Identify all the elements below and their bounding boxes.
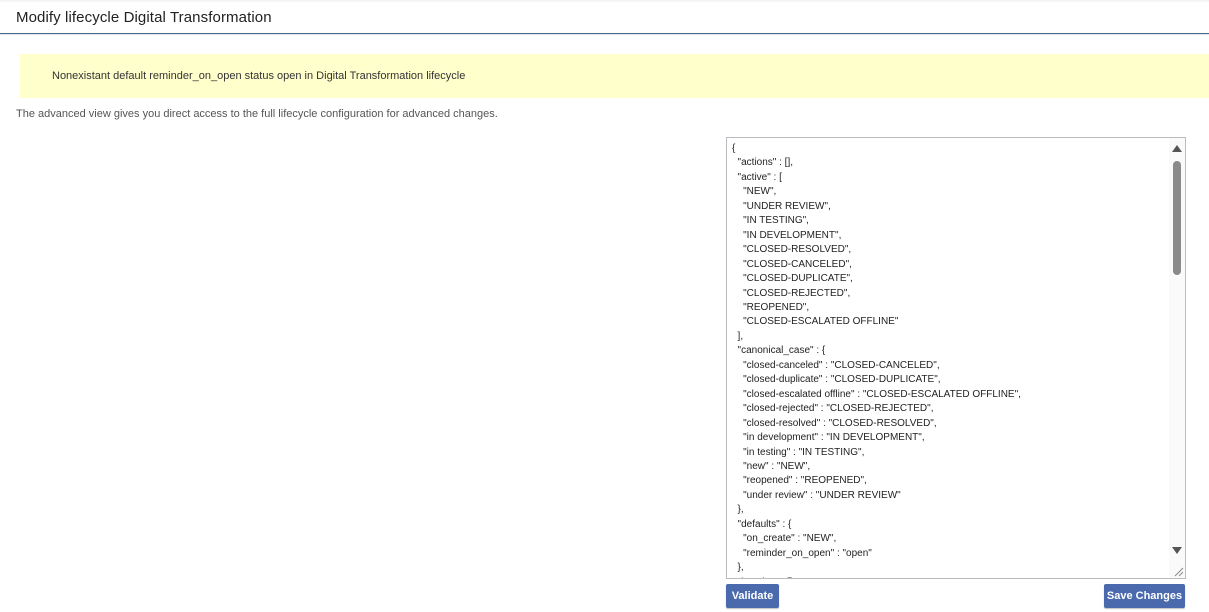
editor-line: "on_create" : "NEW",	[732, 533, 837, 545]
warning-alert: Nonexistant default reminder_on_open sta…	[20, 54, 1209, 98]
editor-line: "closed-resolved" : "CLOSED-RESOLVED",	[732, 417, 937, 429]
save-changes-button[interactable]: Save Changes	[1104, 584, 1185, 608]
editor-line: "in testing" : "IN TESTING",	[732, 446, 865, 458]
editor-line: "defaults" : {	[732, 518, 792, 530]
description-text: The advanced view gives you direct acces…	[16, 108, 498, 120]
editor-line: "IN TESTING",	[732, 215, 809, 227]
scroll-up-arrow-icon[interactable]	[1172, 145, 1182, 152]
editor-text[interactable]: { "actions" : [], "active" : [ "NEW", "U…	[732, 142, 1172, 578]
editor-line: "IN DEVELOPMENT",	[732, 229, 842, 241]
editor-line: "CLOSED-RESOLVED",	[732, 244, 852, 256]
editor-line: "CLOSED-REJECTED",	[732, 287, 851, 299]
editor-line: "canonical_case" : {	[732, 345, 826, 357]
editor-line: },	[732, 562, 744, 574]
editor-line: "CLOSED-DUPLICATE",	[732, 273, 853, 285]
editor-line: "NEW",	[732, 186, 777, 198]
editor-line: "inactive" : [],	[732, 576, 1172, 578]
editor-line: "new" : "NEW",	[732, 460, 811, 472]
editor-line: "active" : [	[732, 171, 782, 183]
editor-line: "UNDER REVIEW",	[732, 200, 831, 212]
editor-line: "actions" : [],	[732, 157, 794, 169]
editor-scrollbar[interactable]	[1169, 138, 1185, 578]
editor-line: "closed-canceled" : "CLOSED-CANCELED",	[732, 359, 940, 371]
editor-line: "in development" : "IN DEVELOPMENT",	[732, 432, 925, 444]
editor-line: "under review" : "UNDER REVIEW"	[732, 489, 901, 501]
editor-line: ],	[732, 330, 744, 342]
scrollbar-thumb[interactable]	[1173, 161, 1181, 275]
validate-button[interactable]: Validate	[726, 584, 779, 608]
editor-line: "closed-rejected" : "CLOSED-REJECTED",	[732, 403, 934, 415]
editor-line: "CLOSED-CANCELED",	[732, 258, 852, 270]
editor-line: "CLOSED-ESCALATED OFFLINE"	[732, 316, 899, 328]
page-header: Modify lifecycle Digital Transformation	[0, 0, 1209, 34]
editor-line: "REOPENED",	[732, 301, 810, 313]
scroll-down-arrow-icon[interactable]	[1172, 547, 1182, 554]
header-shade	[0, 0, 1209, 3]
editor-line: "closed-duplicate" : "CLOSED-DUPLICATE",	[732, 374, 941, 386]
page-title: Modify lifecycle Digital Transformation	[16, 9, 272, 26]
editor-line: },	[732, 504, 744, 516]
editor-line: "reopened" : "REOPENED",	[732, 475, 867, 487]
editor-line: "reminder_on_open" : "open"	[732, 547, 872, 559]
editor-line: {	[732, 143, 736, 154]
resize-grip-icon[interactable]	[1173, 566, 1184, 577]
alert-message: Nonexistant default reminder_on_open sta…	[52, 70, 466, 82]
lifecycle-config-editor[interactable]: { "actions" : [], "active" : [ "NEW", "U…	[726, 137, 1186, 579]
editor-line: "closed-escalated offline" : "CLOSED-ESC…	[732, 388, 1021, 400]
